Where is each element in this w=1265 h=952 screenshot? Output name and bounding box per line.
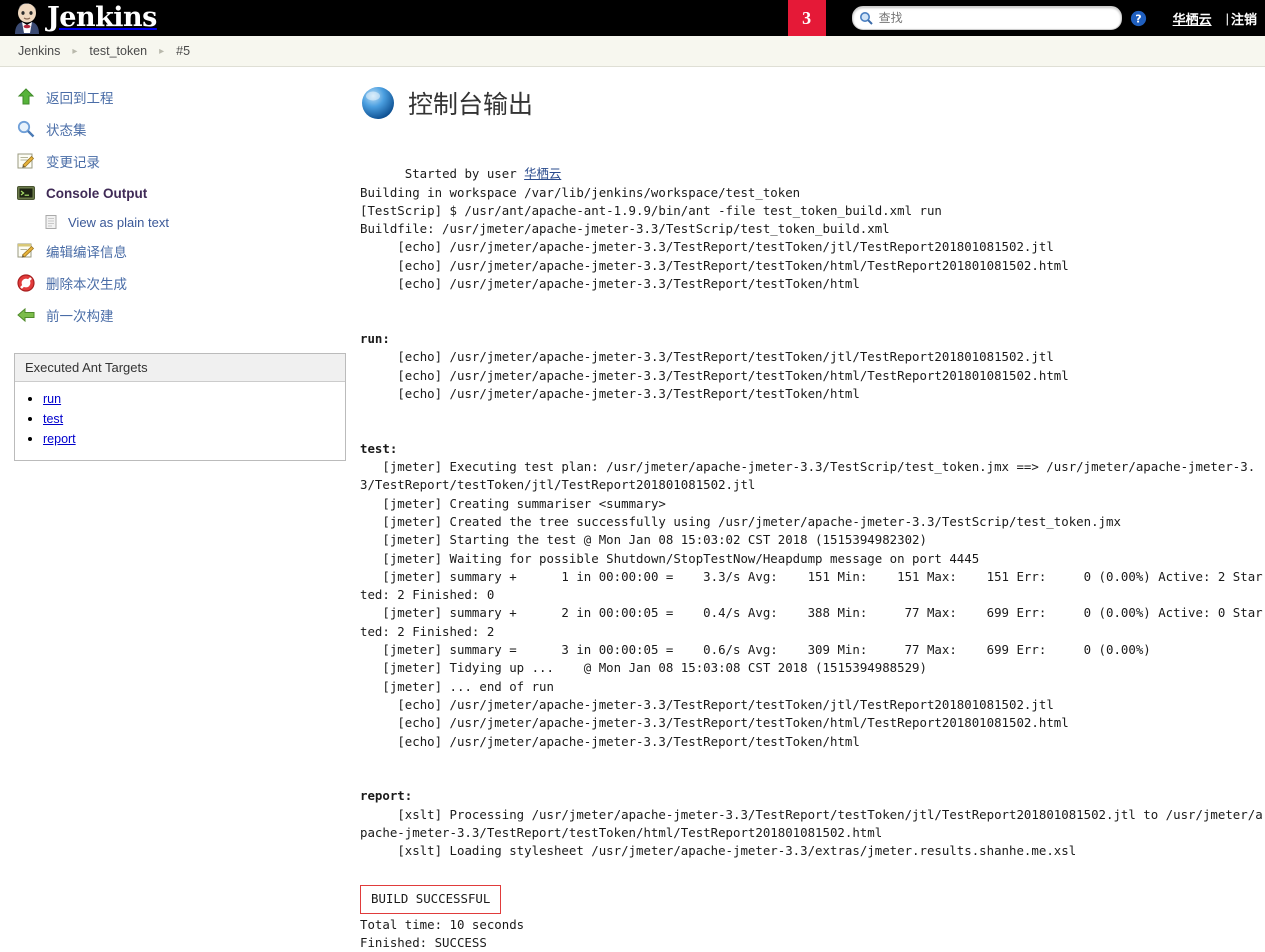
console-line: [jmeter] ... end of run — [360, 678, 554, 694]
document-icon — [42, 213, 60, 231]
jenkins-butler-icon — [12, 2, 42, 34]
sidebar-item-label: 删除本次生成 — [46, 277, 127, 292]
console-line: [echo] /usr/jmeter/apache-jmeter-3.3/Tes… — [360, 239, 1054, 255]
sidebar-item-changes[interactable]: 变更记录 — [0, 145, 360, 177]
page-title-text: 控制台输出 — [408, 90, 534, 119]
executed-ant-targets-panel: Executed Ant Targets run test report — [14, 353, 346, 461]
console-line-started-prefix: Started by user — [404, 166, 525, 182]
sidebar-item-label: 状态集 — [46, 123, 87, 138]
breadcrumb-item-build[interactable]: #5 — [176, 44, 190, 58]
ant-target-test[interactable]: test — [43, 412, 63, 426]
search-icon — [859, 11, 873, 25]
ant-panel-title: Executed Ant Targets — [15, 354, 345, 382]
console-line: [jmeter] Waiting for possible Shutdown/S… — [360, 550, 980, 566]
console-output-footer: Total time: 10 seconds Finished: SUCCESS — [360, 916, 1265, 952]
search-input[interactable] — [876, 10, 1115, 26]
top-bar-right: 3 ? 华栖云 | 注销 — [787, 0, 1265, 36]
sidebar-item-label: 变更记录 — [46, 155, 100, 170]
ant-target-report[interactable]: report — [43, 432, 76, 446]
console-line: Building in workspace /var/lib/jenkins/w… — [360, 184, 801, 200]
console-line: [echo] /usr/jmeter/apache-jmeter-3.3/Tes… — [360, 367, 1069, 383]
sidebar-item-label: 返回到工程 — [46, 91, 114, 106]
page-title: 控制台输出 — [360, 85, 1265, 121]
sidebar-item-console-output[interactable]: Console Output — [0, 177, 360, 209]
notification-badge[interactable]: 3 — [787, 0, 826, 36]
breadcrumb-item-job[interactable]: test_token — [89, 44, 147, 58]
sidebar-item-delete-build[interactable]: 删除本次生成 — [0, 267, 360, 299]
sidebar-item-back-to-project[interactable]: 返回到工程 — [0, 81, 360, 113]
sidebar-item-status[interactable]: 状态集 — [0, 113, 360, 145]
console-line: [jmeter] Tidying up ... @ Mon Jan 08 15:… — [360, 660, 927, 676]
console-line: [echo] /usr/jmeter/apache-jmeter-3.3/Tes… — [360, 349, 1054, 365]
sidebar-item-previous-build[interactable]: 前一次构建 — [0, 299, 360, 331]
ant-target-run[interactable]: run — [43, 392, 61, 406]
console-ball-icon — [360, 85, 396, 121]
sidebar-subitem-label: View as plain text — [68, 214, 169, 230]
search-box[interactable] — [851, 6, 1122, 30]
console-line: [xslt] Loading stylesheet /usr/jmeter/ap… — [360, 843, 1077, 859]
logout-link[interactable]: 注销 — [1231, 9, 1257, 28]
breadcrumb-separator-icon: ▸ — [159, 45, 165, 57]
console-line: [jmeter] Starting the test @ Mon Jan 08 … — [360, 532, 927, 548]
console-line: [jmeter] summary + 2 in 00:00:05 = 0.4/s… — [360, 605, 1263, 639]
sidebar-item-label: Console Output — [46, 185, 148, 201]
console-line: [jmeter] Executing test plan: /usr/jmete… — [360, 459, 1256, 493]
list-item: test — [43, 410, 335, 428]
console-line: [echo] /usr/jmeter/apache-jmeter-3.3/Tes… — [360, 733, 860, 749]
svg-text:?: ? — [1135, 12, 1141, 25]
edit-icon — [14, 239, 38, 263]
ant-target-list: run test report — [25, 390, 335, 448]
main-content: 控制台输出 Started by user 华栖云 Building in wo… — [360, 67, 1265, 952]
console-line-finished: Finished: SUCCESS — [360, 935, 487, 951]
console-target-test: test: — [360, 440, 398, 456]
console-line: [echo] /usr/jmeter/apache-jmeter-3.3/Tes… — [360, 715, 1069, 731]
ant-panel-body: run test report — [15, 382, 345, 460]
console-line: [jmeter] Created the tree successfully u… — [360, 513, 1121, 529]
up-arrow-icon — [14, 85, 38, 109]
terminal-icon — [14, 181, 38, 205]
sidebar-subitem-view-as-plain-text[interactable]: View as plain text — [0, 209, 360, 235]
console-line: [echo] /usr/jmeter/apache-jmeter-3.3/Tes… — [360, 696, 1054, 712]
topbar-separator: | — [1225, 10, 1229, 26]
breadcrumb-separator-icon: ▸ — [72, 45, 78, 57]
sidebar: 返回到工程 状态集 变更记录 Console Output View as pl… — [0, 67, 360, 461]
console-line: [jmeter] summary = 3 in 00:00:05 = 0.6/s… — [360, 642, 1151, 658]
magnifier-icon — [14, 117, 38, 141]
console-line-total-time: Total time: 10 seconds — [360, 916, 525, 932]
console-line: [echo] /usr/jmeter/apache-jmeter-3.3/Tes… — [360, 257, 1069, 273]
console-started-by-user-link[interactable]: 华栖云 — [524, 166, 561, 181]
console-output: Started by user 华栖云 Building in workspac… — [360, 147, 1265, 879]
console-line: [echo] /usr/jmeter/apache-jmeter-3.3/Tes… — [360, 276, 860, 292]
help-icon[interactable]: ? — [1130, 10, 1147, 27]
top-bar: Jenkins 3 ? 华栖云 | 注销 — [0, 0, 1265, 36]
list-item: run — [43, 390, 335, 408]
page-body: 返回到工程 状态集 变更记录 Console Output View as pl… — [0, 67, 1265, 952]
console-target-run: run: — [360, 330, 390, 346]
list-item: report — [43, 430, 335, 448]
console-line: [TestScrip] $ /usr/ant/apache-ant-1.9.9/… — [360, 202, 942, 218]
left-arrow-icon — [14, 303, 38, 327]
sidebar-item-edit-build-information[interactable]: 编辑编译信息 — [0, 235, 360, 267]
current-user-link[interactable]: 华栖云 — [1173, 9, 1212, 28]
console-target-report: report: — [360, 788, 413, 804]
console-line: [jmeter] Creating summariser <summary> — [360, 495, 666, 511]
jenkins-logo-link[interactable]: Jenkins — [0, 0, 157, 36]
build-result-text: BUILD SUCCESSFUL — [371, 890, 491, 906]
build-result-annotation: BUILD SUCCESSFUL — [360, 884, 502, 914]
breadcrumb: Jenkins ▸ test_token ▸ #5 — [0, 36, 1265, 67]
console-line: [echo] /usr/jmeter/apache-jmeter-3.3/Tes… — [360, 385, 860, 401]
changes-icon — [14, 149, 38, 173]
sidebar-item-label: 前一次构建 — [46, 309, 114, 324]
console-line: [xslt] Processing /usr/jmeter/apache-jme… — [360, 806, 1263, 840]
delete-icon — [14, 271, 38, 295]
breadcrumb-item-jenkins[interactable]: Jenkins — [18, 44, 60, 58]
console-line: [jmeter] summary + 1 in 00:00:00 = 3.3/s… — [360, 568, 1263, 603]
console-line: Buildfile: /usr/jmeter/apache-jmeter-3.3… — [360, 221, 890, 237]
sidebar-item-label: 编辑编译信息 — [46, 245, 127, 260]
jenkins-logo-text: Jenkins — [47, 2, 157, 33]
